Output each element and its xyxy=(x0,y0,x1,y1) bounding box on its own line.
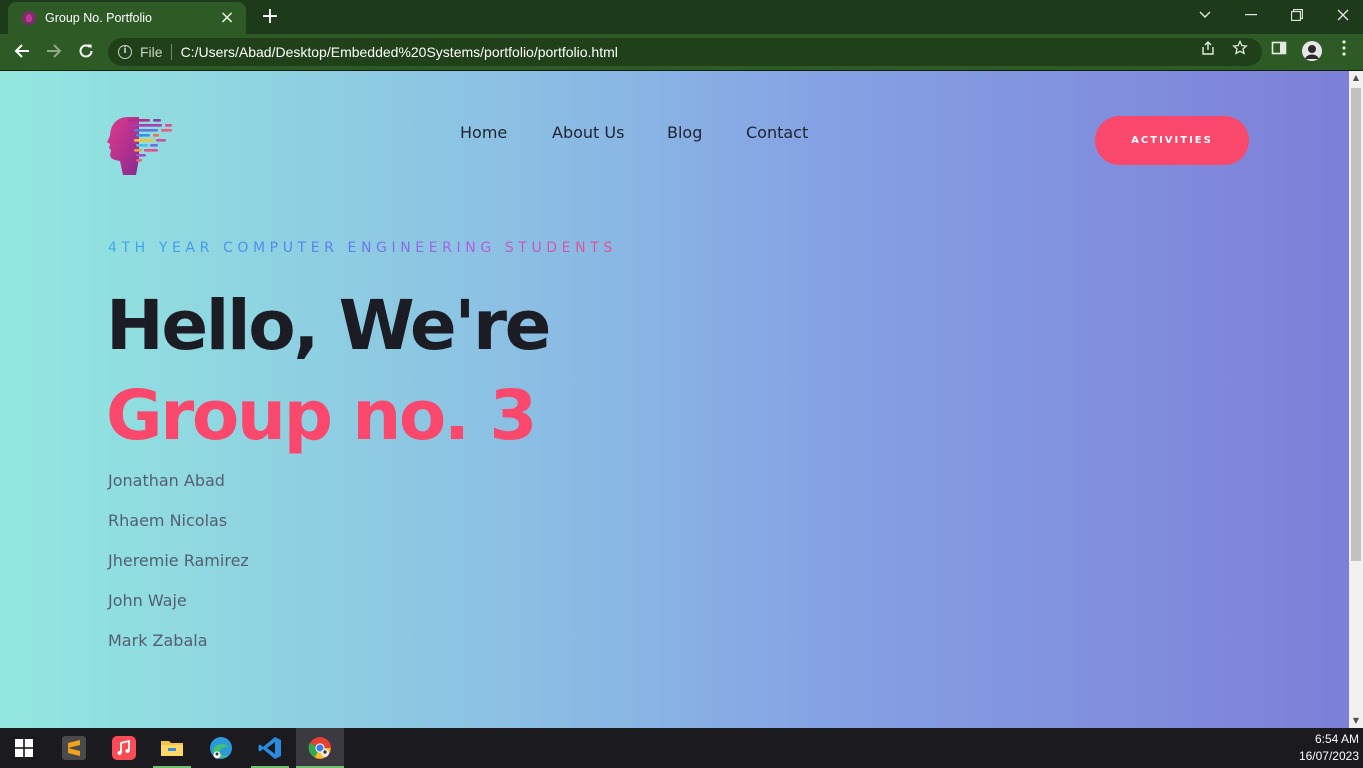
nav-link-home[interactable]: Home xyxy=(460,123,507,142)
tab-close-button[interactable]: × xyxy=(218,9,236,27)
browser-toolbar: i File C:/Users/Abad/Desktop/Embedded%20… xyxy=(0,34,1363,70)
clock-date: 16/07/2023 xyxy=(1298,749,1359,763)
headline-line-2: Group no. 3 xyxy=(106,376,537,456)
activities-button[interactable]: ACTIVITIES xyxy=(1095,116,1249,165)
tab-search-icon[interactable] xyxy=(1182,0,1228,30)
nav-link-blog[interactable]: Blog xyxy=(667,123,702,142)
forward-icon[interactable] xyxy=(40,38,68,66)
windows-start-icon[interactable] xyxy=(0,728,48,768)
url-text[interactable]: C:/Users/Abad/Desktop/Embedded%20Systems… xyxy=(181,44,618,60)
member-name: Rhaem Nicolas xyxy=(108,511,228,530)
member-name: Jonathan Abad xyxy=(108,471,225,490)
info-icon[interactable]: i xyxy=(118,45,132,59)
restore-icon[interactable] xyxy=(1274,0,1320,30)
menu-icon[interactable] xyxy=(1333,40,1355,62)
vs-code-icon[interactable] xyxy=(246,728,294,768)
sidepanel-icon[interactable] xyxy=(1268,40,1290,62)
clock-time: 6:54 AM xyxy=(1314,732,1359,746)
tab-title: Group No. Portfolio xyxy=(45,11,152,25)
microsoft-edge-icon[interactable] xyxy=(197,728,245,768)
favicon-icon xyxy=(22,11,36,25)
member-name: Mark Zabala xyxy=(108,631,208,650)
file-scheme-label: File xyxy=(140,44,172,60)
headline-line-1: Hello, We're xyxy=(106,286,551,366)
close-window-icon[interactable] xyxy=(1320,0,1363,30)
star-icon[interactable] xyxy=(1229,39,1251,62)
google-chrome-icon[interactable] xyxy=(296,728,344,768)
scrollbar-thumb[interactable] xyxy=(1351,88,1361,561)
member-name: John Waje xyxy=(108,591,187,610)
page-viewport: Home About Us Blog Contact ACTIVITIES 4T… xyxy=(0,71,1349,728)
sublime-text-icon[interactable] xyxy=(50,728,98,768)
windows-taskbar: 6:54 AM 16/07/2023 xyxy=(0,728,1363,768)
minimize-icon[interactable] xyxy=(1228,0,1274,30)
scroll-down-icon[interactable]: ▼ xyxy=(1349,714,1363,728)
new-tab-button[interactable]: + xyxy=(258,4,282,30)
eyebrow-text: 4TH YEAR COMPUTER ENGINEERING STUDENTS xyxy=(108,240,617,256)
address-bar[interactable]: i File C:/Users/Abad/Desktop/Embedded%20… xyxy=(108,38,1262,66)
browser-tab-strip: Group No. Portfolio × + xyxy=(0,0,1363,34)
logo[interactable] xyxy=(106,115,176,177)
share-icon[interactable] xyxy=(1197,40,1219,62)
scroll-up-icon[interactable]: ▲ xyxy=(1349,71,1363,85)
system-clock[interactable]: 6:54 AM 16/07/2023 xyxy=(1299,731,1359,765)
browser-tab[interactable]: Group No. Portfolio × xyxy=(8,2,246,34)
member-name: Jheremie Ramirez xyxy=(108,551,249,570)
nav-link-contact[interactable]: Contact xyxy=(746,123,808,142)
vertical-scrollbar[interactable]: ▲ ▼ xyxy=(1349,71,1363,728)
nav-link-about-us[interactable]: About Us xyxy=(552,123,624,142)
file-explorer-icon[interactable] xyxy=(148,728,196,768)
apple-music-icon[interactable] xyxy=(100,728,148,768)
reload-icon[interactable] xyxy=(72,38,100,66)
back-icon[interactable] xyxy=(8,38,36,66)
profile-icon[interactable] xyxy=(1301,40,1323,62)
